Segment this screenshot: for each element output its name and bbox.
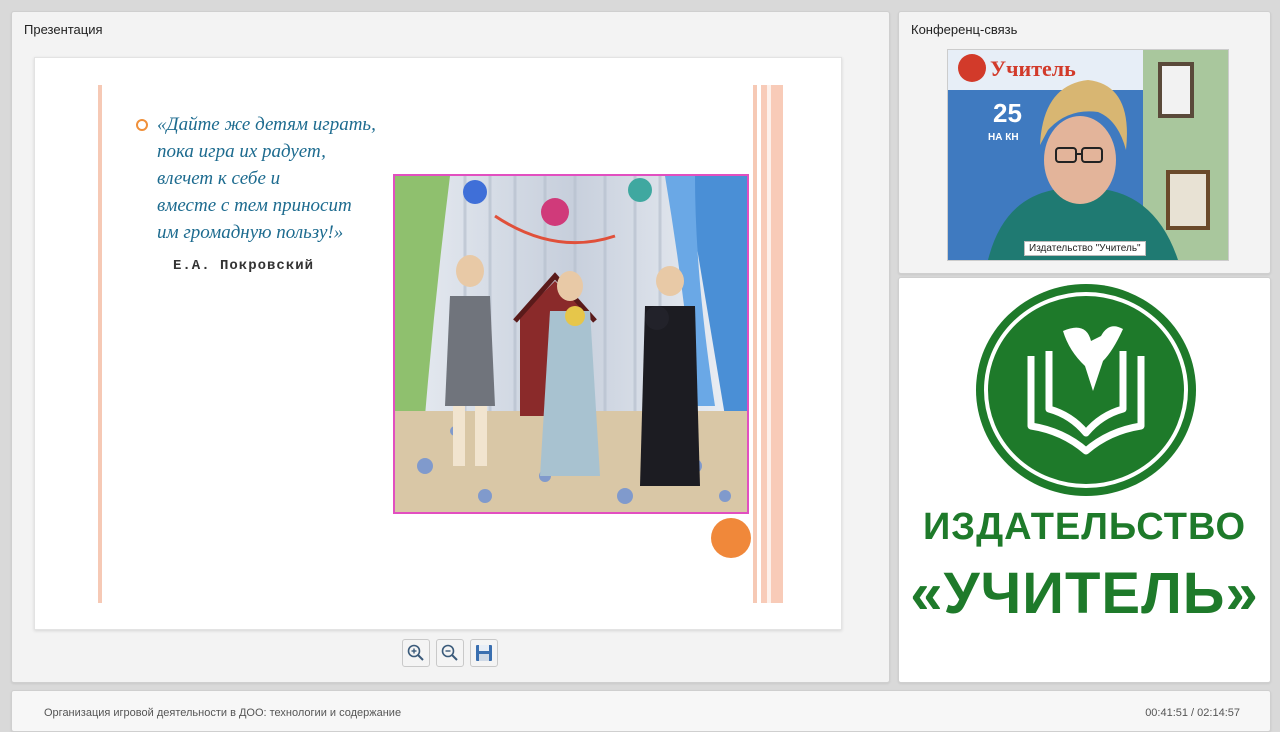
- publisher-name-line2: «УЧИТЕЛЬ»: [910, 561, 1259, 626]
- publisher-logo-panel: ИЗДАТЕЛЬСТВО «УЧИТЕЛЬ»: [898, 277, 1271, 683]
- slide-quote: «Дайте же детям играть, пока игра их рад…: [157, 111, 417, 246]
- quote-author: Е.А. Покровский: [173, 258, 315, 274]
- quote-line: влечет к себе и: [157, 168, 281, 189]
- slide-decor-dot: [711, 518, 751, 558]
- course-title: Организация игровой деятельности в ДОО: …: [44, 707, 402, 719]
- slide: «Дайте же детям играть, пока игра их рад…: [34, 57, 842, 630]
- conference-panel-title: Конференц-связь: [911, 22, 1018, 37]
- video-caption: Издательство "Учитель": [1024, 241, 1146, 256]
- quote-line: им громадную пользу!»: [157, 222, 344, 243]
- presentation-panel: Презентация «Дайте же детям играть, пока…: [11, 11, 890, 683]
- bullet-icon: [136, 119, 148, 131]
- zoom-in-icon: [407, 644, 424, 661]
- slide-decor-band-right: [761, 85, 783, 603]
- quote-line: вместе с тем приносит: [157, 195, 352, 216]
- quote-line: пока игра их радует,: [157, 141, 326, 162]
- quote-line: «Дайте же детям играть,: [157, 114, 376, 135]
- conference-panel: Конференц-связь Учитель 25 НА КН Издател…: [898, 11, 1271, 274]
- banner-sign-sub: НА КН: [988, 132, 1019, 143]
- slide-decor-line-left: [98, 85, 102, 603]
- save-button[interactable]: [470, 639, 498, 667]
- zoom-in-button[interactable]: [402, 639, 430, 667]
- publisher-emblem-icon: [973, 281, 1199, 504]
- zoom-out-button[interactable]: [436, 639, 464, 667]
- banner-sign-text: Учитель: [990, 56, 1076, 81]
- slide-decor-line-right: [753, 85, 757, 603]
- children-performance-photo: [393, 174, 749, 514]
- playback-time: 00:41:51 / 02:14:57: [1145, 707, 1240, 719]
- slide-decor-band-highlight: [767, 85, 771, 603]
- bottom-bar: Организация игровой деятельности в ДОО: …: [11, 690, 1271, 732]
- banner-sign-number: 25: [993, 98, 1022, 128]
- zoom-out-icon: [441, 644, 458, 661]
- publisher-name-line1: ИЗДАТЕЛЬСТВО: [922, 506, 1247, 548]
- webcam-video: Учитель 25 НА КН Издательство "Учитель": [947, 49, 1229, 261]
- save-icon: [476, 645, 492, 661]
- presentation-panel-title: Презентация: [24, 22, 103, 37]
